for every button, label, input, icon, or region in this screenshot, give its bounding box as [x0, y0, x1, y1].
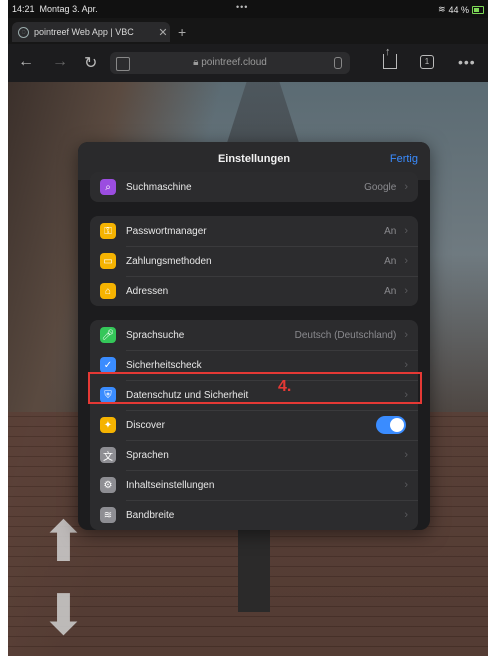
chevron-right-icon: ›: [404, 285, 408, 297]
settings-row-discover[interactable]: ✦ Discover: [90, 410, 418, 440]
shield-check-icon: ✓: [100, 357, 116, 373]
url-field[interactable]: 🔒︎ pointreef.cloud: [110, 52, 350, 74]
settings-row-voice-search[interactable]: 🎤︎ Sprachsuche Deutsch (Deutschland) ›: [90, 320, 418, 350]
row-label: Suchmaschine: [126, 181, 192, 193]
row-label: Sicherheitscheck: [126, 359, 202, 371]
address-bar: ← → ↻ 🔒︎ pointreef.cloud 1 •••: [8, 44, 488, 82]
chevron-right-icon: ›: [404, 479, 408, 491]
wifi-icon: ≋: [100, 507, 116, 523]
chevron-right-icon: ›: [404, 329, 408, 341]
status-time: 14:21 Montag 3. Apr.: [12, 4, 98, 14]
more-menu-icon[interactable]: •••: [458, 54, 476, 70]
tab-title: pointreef Web App | VBC: [34, 27, 134, 37]
row-label: Inhaltseinstellungen: [126, 479, 215, 491]
search-icon: ⌕: [100, 179, 116, 195]
translate-icon: 文: [100, 447, 116, 463]
share-icon[interactable]: [383, 46, 397, 69]
battery-percentage: 44 %: [448, 4, 469, 15]
row-label: Passwortmanager: [126, 225, 207, 237]
battery-icon: [472, 5, 484, 14]
chevron-right-icon: ›: [404, 255, 408, 267]
row-label: Sprachen: [126, 449, 169, 461]
card-icon: ▭: [100, 253, 116, 269]
row-label: Sprachsuche: [126, 329, 185, 341]
chevron-right-icon: ›: [404, 359, 408, 371]
tabs-overview-icon[interactable]: 1: [420, 55, 434, 69]
tab-bar: ◌ pointreef Web App | VBC ✕ +: [8, 18, 488, 44]
status-bar: 14:21 Montag 3. Apr. ••• ≋ 44 %: [8, 0, 488, 18]
row-value: Deutsch (Deutschland): [294, 329, 397, 341]
row-label: Bandbreite: [126, 509, 175, 521]
gear-icon: ⚙: [100, 477, 116, 493]
done-button[interactable]: Fertig: [390, 153, 418, 165]
move-down-arrow-icon[interactable]: ⬇: [40, 587, 87, 643]
microphone-icon[interactable]: [334, 57, 342, 69]
privacy-group: 🎤︎ Sprachsuche Deutsch (Deutschland) › ✓…: [90, 320, 418, 530]
settings-row-content-settings[interactable]: ⚙ Inhaltseinstellungen ›: [90, 470, 418, 500]
row-label: Discover: [126, 419, 165, 431]
new-tab-icon[interactable]: +: [178, 24, 186, 40]
settings-row-languages[interactable]: 文 Sprachen ›: [90, 440, 418, 470]
chevron-right-icon: ›: [404, 449, 408, 461]
church-window: [238, 522, 270, 612]
row-value: An: [384, 225, 397, 237]
settings-row-payment-methods[interactable]: ▭ Zahlungsmethoden An ›: [90, 246, 418, 276]
lock-icon: 🔒︎: [193, 57, 199, 68]
row-value: An: [384, 285, 397, 297]
discover-toggle[interactable]: [376, 416, 406, 434]
row-value: Google: [364, 181, 397, 193]
screen: 14:21 Montag 3. Apr. ••• ≋ 44 % ◌ pointr…: [8, 0, 488, 656]
forward-icon[interactable]: →: [52, 53, 68, 71]
settings-row-addresses[interactable]: ⌂ Adressen An ›: [90, 276, 418, 306]
row-label: Zahlungsmethoden: [126, 255, 212, 267]
chevron-right-icon: ›: [404, 181, 408, 193]
chevron-right-icon: ›: [404, 225, 408, 237]
browser-tab[interactable]: ◌ pointreef Web App | VBC ✕: [12, 22, 170, 42]
toggle-knob: [390, 418, 404, 432]
settings-row-password-manager[interactable]: ⚿ Passwortmanager An ›: [90, 216, 418, 246]
site-favicon-icon: ◌: [18, 26, 29, 38]
step-number-annotation: 4.: [278, 378, 292, 395]
discover-icon: ✦: [100, 417, 116, 433]
3d-scene-background: ⬆ ⬇ Einstellungen Fertig ⌕ Suchmaschine …: [8, 82, 488, 656]
status-right: ≋ 44 %: [438, 4, 484, 15]
settings-title: Einstellungen: [217, 153, 291, 165]
back-icon[interactable]: ←: [18, 53, 34, 71]
mic-icon: 🎤︎: [100, 327, 116, 343]
url-text: pointreef.cloud: [201, 57, 267, 68]
chevron-right-icon: ›: [404, 509, 408, 521]
key-icon: ⚿: [100, 223, 116, 239]
address-icon: ⌂: [100, 283, 116, 299]
search-group: ⌕ Suchmaschine Google ›: [90, 172, 418, 202]
settings-row-search-engine[interactable]: ⌕ Suchmaschine Google ›: [90, 172, 418, 202]
row-label: Adressen: [126, 285, 169, 297]
settings-panel: Einstellungen Fertig ⌕ Suchmaschine Goog…: [78, 142, 430, 530]
close-tab-icon[interactable]: ✕: [156, 26, 170, 39]
highlight-annotation-box: [88, 372, 422, 404]
row-value: An: [384, 255, 397, 267]
wifi-status-icon: ≋: [437, 4, 446, 14]
settings-row-bandwidth[interactable]: ≋ Bandbreite ›: [90, 500, 418, 530]
reader-mode-icon[interactable]: [116, 57, 130, 71]
autofill-group: ⚿ Passwortmanager An › ▭ Zahlungsmethode…: [90, 216, 418, 306]
status-dots: •••: [236, 2, 249, 12]
reload-icon[interactable]: ↻: [84, 53, 97, 73]
